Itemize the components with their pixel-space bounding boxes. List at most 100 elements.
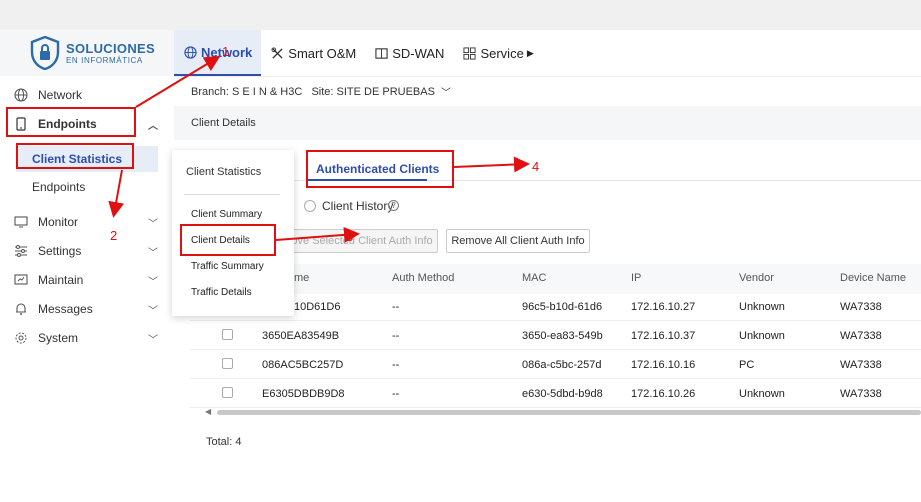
shield-lock-icon: [30, 36, 60, 70]
chevron-down-icon: ﹀: [148, 218, 158, 230]
maintain-icon: [14, 274, 28, 285]
sidebar-item-settings[interactable]: Settings ﹀: [0, 237, 174, 265]
annotation-number-4: 4: [532, 159, 540, 174]
nav-network[interactable]: Network: [174, 30, 262, 76]
row-checkbox[interactable]: [222, 358, 233, 369]
cell-ip: 172.16.10.16: [631, 359, 696, 371]
menu-item-traffic-summary[interactable]: Traffic Summary: [191, 261, 264, 272]
annotation-number-3: 3: [346, 229, 354, 244]
remove-selected-button[interactable]: nove Selected Client Auth Info: [280, 229, 438, 253]
sidebar-item-label: Settings: [38, 244, 82, 258]
site-value[interactable]: SITE DE PRUEBAS: [337, 86, 435, 98]
annotation-box-client-statistics: [16, 143, 134, 169]
sidebar-item-messages[interactable]: Messages ﹀: [0, 295, 174, 323]
menu-header: Client Statistics: [186, 166, 262, 178]
chevron-down-icon: ﹀: [148, 247, 158, 259]
logo-line1: SOLUCIONES: [66, 40, 155, 56]
col-header-mac[interactable]: MAC: [522, 272, 546, 284]
chevron-down-icon[interactable]: ﹀: [441, 84, 451, 99]
page-title: Client Details: [174, 106, 921, 140]
globe-icon: [14, 88, 28, 102]
remove-all-button[interactable]: Remove All Client Auth Info: [446, 229, 590, 253]
row-checkbox[interactable]: [222, 329, 233, 340]
scroll-left-icon[interactable]: ◀: [205, 407, 211, 416]
bell-icon: [16, 303, 26, 315]
annotation-number-1: 1: [222, 44, 230, 59]
menu-item-client-summary[interactable]: Client Summary: [191, 209, 262, 220]
cell-device: WA7338: [840, 359, 882, 371]
col-header-auth[interactable]: Auth Method: [392, 272, 454, 284]
branch-value[interactable]: S E I N & H3C: [232, 86, 302, 98]
sidebar-item-label: Network: [38, 88, 83, 102]
col-header-name[interactable]: me: [294, 272, 309, 284]
cell-vendor: PC: [739, 359, 755, 371]
annotation-box-client-details: [180, 224, 276, 256]
cell-mac: 086a-c5bc-257d: [522, 359, 602, 371]
logo-line2: EN INFORMÁTICA: [66, 55, 143, 65]
sidebar-item-maintain[interactable]: Maintain ﹀: [0, 266, 174, 294]
sliders-icon: [15, 245, 27, 257]
cell-name: 086AC5BC257D: [262, 359, 344, 371]
horizontal-scrollbar[interactable]: ◀: [205, 407, 921, 416]
cell-mac: e630-5dbd-b9d8: [522, 388, 603, 400]
sidebar-item-label: Monitor: [38, 215, 79, 229]
gear-icon: [15, 332, 27, 344]
sdwan-icon: [374, 46, 388, 60]
client-history-radio[interactable]: [304, 200, 316, 212]
cell-auth: --: [392, 359, 400, 371]
cell-name: 3650EA83549B: [262, 330, 340, 342]
tools-icon: [270, 46, 284, 60]
cell-name: 10D61D6: [294, 301, 341, 313]
annotation-box-authenticated-clients: [306, 150, 454, 188]
annotation-number-2: 2: [110, 228, 118, 243]
sidebar: Network Endpoints ︿ Client Statistics En…: [0, 76, 174, 502]
nav-sdwan-label: SD-WAN: [392, 45, 445, 61]
col-header-device[interactable]: Device Name: [840, 272, 906, 284]
top-nav: Network Smart O&M SD-WAN Service ▶: [174, 30, 921, 76]
sidebar-item-system[interactable]: System ﹀: [0, 324, 174, 352]
col-header-ip[interactable]: IP: [631, 272, 641, 284]
cell-ip: 172.16.10.26: [631, 388, 696, 400]
cell-vendor: Unknown: [739, 388, 785, 400]
cell-auth: --: [392, 301, 400, 313]
menu-divider: [184, 194, 280, 195]
sidebar-item-network[interactable]: Network: [0, 81, 174, 109]
cell-auth: --: [392, 330, 400, 342]
chevron-down-icon: ﹀: [148, 276, 158, 288]
chevron-down-icon: ﹀: [148, 334, 158, 346]
nav-smart-om[interactable]: Smart O&M: [261, 30, 365, 76]
chevron-up-icon: ︿: [148, 120, 158, 132]
cell-mac: 3650-ea83-549b: [522, 330, 603, 342]
caret-right-icon: ▶: [526, 47, 534, 58]
logo: SOLUCIONES EN INFORMÁTICA: [30, 36, 155, 70]
nav-sdwan[interactable]: SD-WAN: [365, 30, 453, 76]
col-header-vendor[interactable]: Vendor: [739, 272, 774, 284]
monitor-icon: [14, 216, 28, 228]
chevron-down-icon: ﹀: [148, 305, 158, 317]
sidebar-item-label: Maintain: [38, 273, 84, 287]
cell-mac: 96c5-b10d-61d6: [522, 301, 603, 313]
globe-icon: [183, 45, 197, 59]
cell-device: WA7338: [840, 388, 882, 400]
help-icon[interactable]: ?: [388, 200, 399, 211]
cell-auth: --: [392, 388, 400, 400]
cell-name: E6305DBDB9D8: [262, 388, 345, 400]
sidebar-item-label: Messages: [38, 302, 93, 316]
sidebar-sub-endpoints[interactable]: Endpoints: [16, 174, 158, 200]
cell-vendor: Unknown: [739, 301, 785, 313]
cell-device: WA7338: [840, 301, 882, 313]
grid-icon: [462, 46, 476, 60]
nav-service[interactable]: Service ▶: [453, 30, 542, 76]
sidebar-item-monitor[interactable]: Monitor ﹀: [0, 208, 174, 236]
cell-ip: 172.16.10.37: [631, 330, 696, 342]
sidebar-item-label: System: [38, 331, 79, 345]
nav-service-label: Service: [480, 45, 524, 61]
branch-label: Branch:: [191, 85, 229, 98]
cell-ip: 172.16.10.27: [631, 301, 696, 313]
scrollbar-thumb[interactable]: [217, 410, 921, 415]
nav-smart-om-label: Smart O&M: [288, 45, 357, 61]
site-label: Site:: [311, 85, 334, 98]
row-checkbox[interactable]: [222, 387, 233, 398]
breadcrumb: Branch: S E I N & H3C Site: SITE DE PRUE…: [174, 76, 921, 106]
menu-item-traffic-details[interactable]: Traffic Details: [191, 287, 252, 298]
